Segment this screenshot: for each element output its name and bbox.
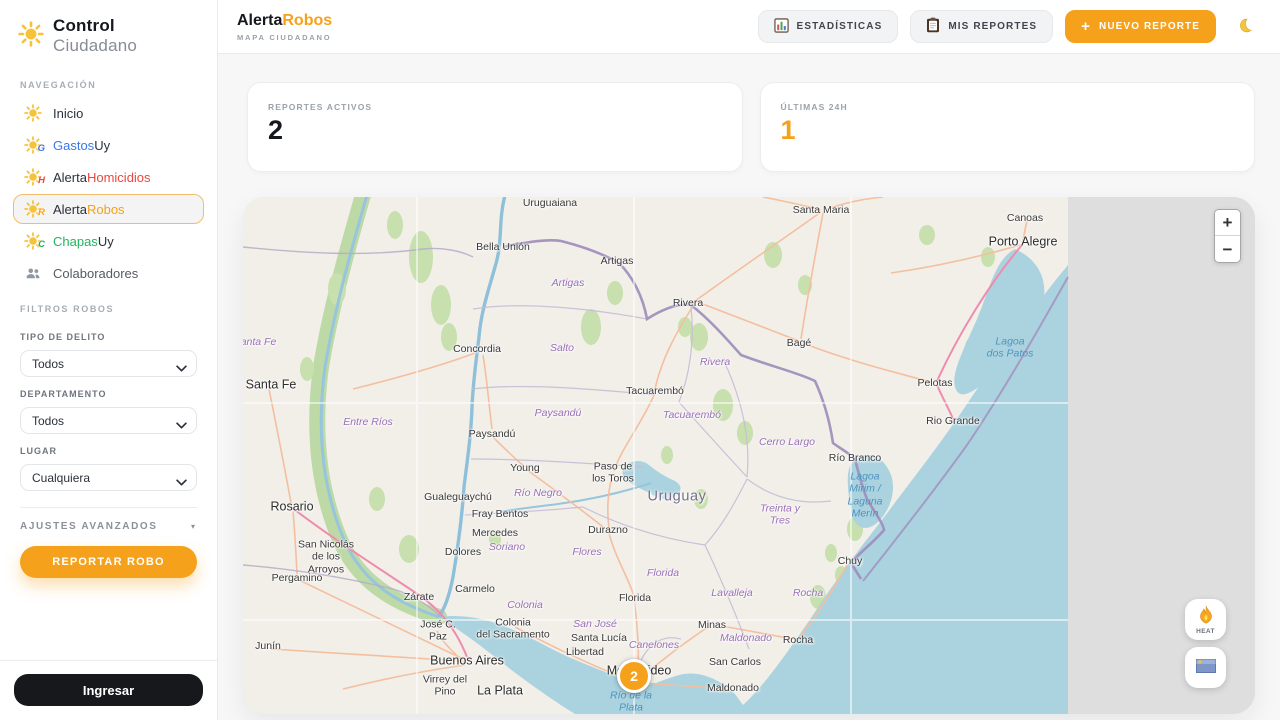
sun-icon: G [24,136,42,154]
select-value: Todos [32,357,64,371]
filters-section-label: FILTROS ROBOS [20,304,197,314]
departamento-select[interactable]: Todos [20,407,197,434]
nav-badge-letter: H [38,175,45,186]
map-canvas[interactable] [243,197,1255,714]
sidebar: Control Ciudadano NAVEGACIÓN Inicio G Gast… [0,0,218,720]
zoom-out-button[interactable]: − [1215,236,1240,262]
filter-label: DEPARTAMENTO [20,389,197,399]
map[interactable]: UruguaianaSanta MariaCanoasPorto AlegreB… [243,197,1255,714]
nav-list: Inicio G GastosUy H AlertaHomicidios R AlertaR… [0,96,217,290]
select-value: Cualquiera [32,471,90,485]
topbar-actions: ESTADÍSTICAS MIS REPORTES + NUEVO REPORT… [758,10,1255,43]
sun-icon: H [24,168,42,186]
report-cluster-marker[interactable]: 2 [617,659,651,693]
heatmap-toggle-button[interactable]: HEAT [1185,599,1226,640]
lugar-select[interactable]: Cualquiera [20,464,197,491]
content: REPORTES ACTIVOS 2 ÚLTIMAS 24H 1 [218,54,1280,714]
main-area: AlertaRobos MAPA CIUDADANO ESTADÍSTICAS … [218,0,1280,720]
page-title: AlertaRobos [237,12,332,30]
sidebar-item-label: AlertaHomicidios [53,170,151,185]
nav-badge-letter: G [38,143,45,154]
theme-toggle-button[interactable] [1234,15,1255,39]
moon-icon [1236,22,1253,37]
cluster-count: 2 [630,668,638,684]
nav-section-label: NAVEGACIÓN [20,80,197,90]
stat-label: ÚLTIMAS 24H [781,102,1235,112]
sidebar-item-label: AlertaRobos [53,202,125,217]
sidebar-item-gastos-uy[interactable]: G GastosUy [13,130,204,160]
sidebar-item-inicio[interactable]: Inicio [13,98,204,128]
nav-badge-letter: C [38,239,45,250]
sidebar-item-alerta-homicidios[interactable]: H AlertaHomicidios [13,162,204,192]
advanced-settings-toggle[interactable]: AJUSTES AVANZADOS ▾ [20,521,195,532]
sidebar-item-colaboradores[interactable]: Colaboradores [13,258,204,288]
sidebar-item-chapas-uy[interactable]: C ChapasUy [13,226,204,256]
brand-name: Control Ciudadano [53,16,199,56]
topbar: AlertaRobos MAPA CIUDADANO ESTADÍSTICAS … [218,0,1280,54]
filter-list: TIPO DE DELITO Todos DEPARTAMENTO Todos LUGA… [0,320,217,491]
chevron-down-icon [176,361,187,375]
app-root: Control Ciudadano NAVEGACIÓN Inicio G Gast… [0,0,1280,720]
people-icon [24,264,42,282]
filter-group-tipo-de-delito: TIPO DE DELITO Todos [20,332,197,377]
sun-icon [24,104,42,122]
sun-icon: R [24,200,42,218]
select-value: Todos [32,414,64,428]
sidebar-footer: Ingresar [0,660,217,720]
chevron-down-icon: ▾ [191,522,195,531]
advanced-settings-label: AJUSTES AVANZADOS [20,521,158,532]
tipo-de-delito-select[interactable]: Todos [20,350,197,377]
my-reports-button-label: MIS REPORTES [948,21,1037,32]
statistics-button[interactable]: ESTADÍSTICAS [758,10,899,43]
sidebar-item-alerta-robos[interactable]: R AlertaRobos [13,194,204,224]
stat-label: REPORTES ACTIVOS [268,102,722,112]
map-layer-toggle-button[interactable] [1185,647,1226,688]
app-logo[interactable]: Control Ciudadano [0,0,217,66]
filter-group-departamento: DEPARTAMENTO Todos [20,389,197,434]
chevron-down-icon [176,475,187,489]
zoom-in-button[interactable]: + [1215,210,1240,236]
chevron-down-icon [176,418,187,432]
heat-label: HEAT [1196,628,1215,635]
sidebar-item-label: ChapasUy [53,234,114,249]
sidebar-divider [20,507,197,508]
zoom-control: + − [1214,209,1241,263]
new-report-button-label: NUEVO REPORTE [1099,21,1200,32]
filter-label: LUGAR [20,446,197,456]
sidebar-item-label: Colaboradores [53,266,138,281]
statistics-button-label: ESTADÍSTICAS [797,21,883,32]
stat-value: 2 [268,115,722,146]
new-report-button[interactable]: + NUEVO REPORTE [1065,10,1216,43]
stat-card-0: REPORTES ACTIVOS 2 [247,82,743,172]
fire-icon [1198,605,1214,627]
filter-label: TIPO DE DELITO [20,332,197,342]
sidebar-item-label: Inicio [53,106,83,121]
stat-card-1: ÚLTIMAS 24H 1 [760,82,1256,172]
filter-group-lugar: LUGAR Cualquiera [20,446,197,491]
bar-chart-icon [774,18,789,36]
page-subtitle: MAPA CIUDADANO [237,33,332,42]
sun-icon: C [24,232,42,250]
sidebar-item-label: GastosUy [53,138,110,153]
stats-row: REPORTES ACTIVOS 2 ÚLTIMAS 24H 1 [247,82,1255,172]
clipboard-icon [926,17,940,36]
page-title-block: AlertaRobos MAPA CIUDADANO [237,12,332,42]
plus-icon: + [1081,19,1091,34]
flag-icon [1196,659,1216,676]
login-button[interactable]: Ingresar [14,674,203,706]
report-robbery-button[interactable]: REPORTAR ROBO [20,546,197,578]
sun-icon [18,21,44,52]
nav-badge-letter: R [38,207,45,218]
my-reports-button[interactable]: MIS REPORTES [910,10,1053,43]
stat-value: 1 [781,115,1235,146]
